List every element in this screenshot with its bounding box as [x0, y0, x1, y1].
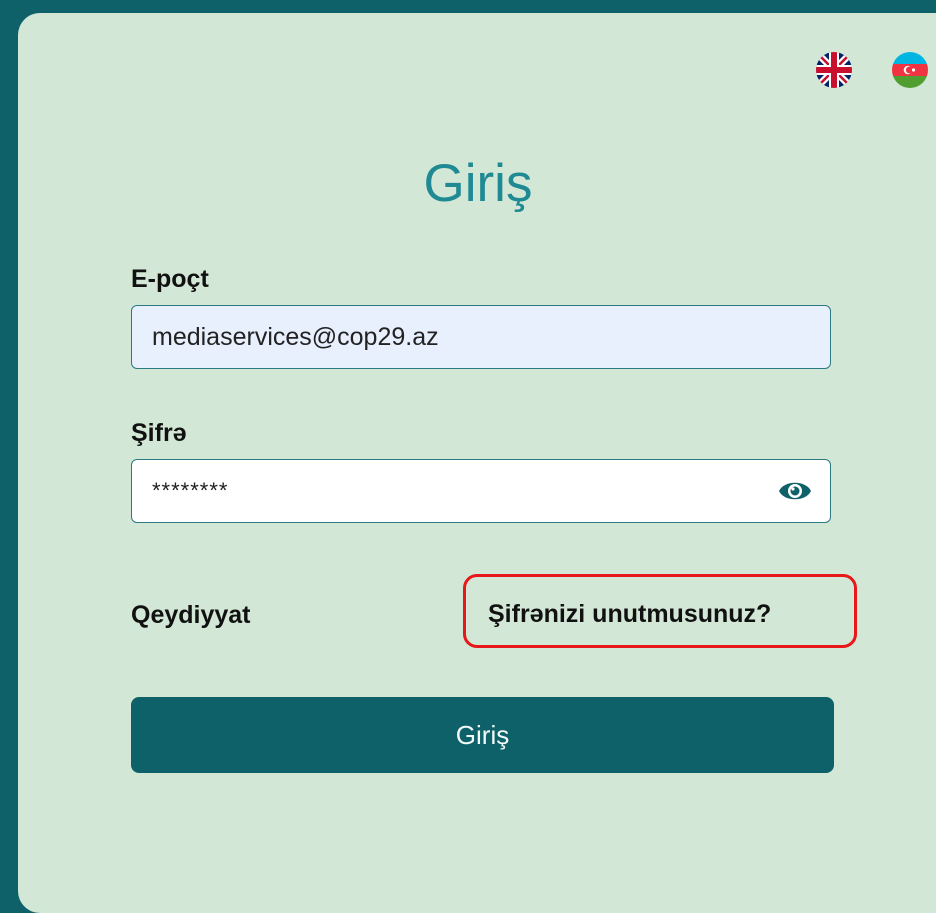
uk-flag-icon[interactable]	[816, 52, 852, 88]
email-value: mediaservices@cop29.az	[152, 322, 439, 351]
password-value: ********	[152, 478, 229, 503]
register-link[interactable]: Qeydiyyat	[131, 601, 251, 630]
azerbaijan-flag-icon[interactable]	[892, 52, 928, 88]
page-title: Giriş	[423, 154, 533, 213]
login-card: Giriş E-poçt mediaservices@cop29.az Şifr…	[18, 13, 936, 913]
forgot-password-link[interactable]: Şifrənizi unutmusunuz?	[488, 600, 771, 629]
password-label: Şifrə	[131, 419, 187, 447]
eye-icon[interactable]	[778, 474, 812, 508]
email-field[interactable]: mediaservices@cop29.az	[131, 305, 831, 369]
login-button[interactable]: Giriş	[131, 697, 834, 773]
login-button-label: Giriş	[455, 719, 510, 750]
email-label: E-poçt	[131, 265, 209, 293]
password-field[interactable]: ********	[131, 459, 831, 523]
